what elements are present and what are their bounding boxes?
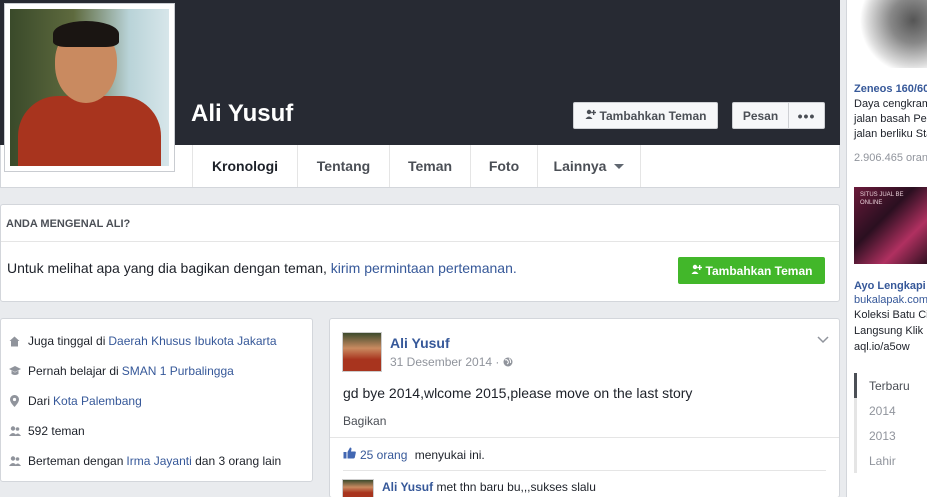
more-icon: ••• (797, 107, 816, 124)
post-text: gd bye 2014,wlcome 2015,please move on t… (343, 385, 693, 401)
send-friend-request-link[interactable]: kirim permintaan pertemanan. (331, 260, 517, 276)
home-icon (1, 336, 28, 347)
profile-photo (10, 9, 169, 166)
add-friend-icon (585, 109, 596, 123)
ad2-banner-text: SITUS JUAL BE ONLINE (860, 192, 904, 206)
location-pin-icon (1, 395, 28, 407)
post-date[interactable]: 31 Desember 2014 · (390, 355, 513, 369)
add-friend-green-label: Tambahkan Teman (705, 263, 813, 278)
chevron-down-icon (614, 163, 625, 169)
comment-author-avatar[interactable] (342, 479, 374, 497)
ad2-line-2: Langsung Klik D (854, 325, 927, 337)
tab-lainnya-label: Lainnya (553, 158, 607, 174)
lives-in-link[interactable]: Daerah Khusus Ibukota Jakarta (108, 334, 276, 348)
share-link[interactable]: Bagikan (343, 414, 386, 428)
intro-box: Juga tinggal di Daerah Khusus Ibukota Ja… (0, 318, 313, 482)
tab-foto[interactable]: Foto (470, 145, 537, 187)
add-friend-icon (691, 264, 702, 278)
intro-mutual-friends: Berteman dengan Irma Jayanti dan 3 orang… (1, 451, 281, 471)
know-header: ANDA MENGENAL ALI? (1, 205, 839, 242)
ad-tire-image[interactable] (854, 0, 927, 68)
ad1-line-3: jalan berliku Sta (854, 128, 927, 140)
ad2-line-1: Koleksi Batu Cin (854, 309, 927, 321)
know-user-box: ANDA MENGENAL ALI? Untuk melihat apa yan… (0, 204, 840, 302)
post-divider (330, 437, 839, 438)
comments-divider (343, 470, 826, 471)
intro-friend-count: 592 teman (1, 421, 85, 441)
globe-icon (503, 355, 513, 369)
profile-name[interactable]: Ali Yusuf (191, 100, 293, 128)
right-sidebar: Zeneos 160/60 Daya cengkram jalan basah … (846, 0, 927, 497)
comment-author-name[interactable]: Ali Yusuf (382, 480, 433, 494)
post-author-name[interactable]: Ali Yusuf (390, 335, 450, 351)
friends-icon (1, 426, 28, 436)
timeline-post: Ali Yusuf 31 Desember 2014 · gd bye 2014… (329, 318, 840, 497)
tab-teman[interactable]: Teman (389, 145, 470, 187)
hometown-link[interactable]: Kota Palembang (53, 394, 142, 408)
year-lahir[interactable]: Lahir (854, 448, 927, 473)
year-2013[interactable]: 2013 (854, 423, 927, 448)
message-button[interactable]: Pesan (732, 102, 789, 129)
add-friend-button[interactable]: Tambahkan Teman (573, 102, 718, 129)
ad1-likes-count: 2.906.465 orang (854, 152, 927, 164)
add-friend-label: Tambahkan Teman (599, 108, 707, 123)
school-link[interactable]: SMAN 1 Purbalingga (122, 364, 234, 378)
ad1-title[interactable]: Zeneos 160/60 (854, 83, 927, 95)
comment: Ali Yusuf met thn baru bu,,,sukses slalu (382, 480, 596, 494)
post-options-chevron-icon[interactable] (817, 333, 829, 347)
timeline-years-nav: Terbaru 2014 2013 Lahir (854, 373, 927, 473)
know-text: Untuk melihat apa yang dia bagikan denga… (7, 260, 327, 276)
education-icon (1, 366, 28, 376)
add-friend-green-button[interactable]: Tambahkan Teman (678, 257, 825, 284)
ad1-line-2: jalan basah Per (854, 113, 927, 125)
ad1-line-1: Daya cengkram (854, 98, 927, 110)
tab-tentang[interactable]: Tentang (297, 145, 389, 187)
tab-kronologi[interactable]: Kronologi (192, 145, 297, 187)
post-likes: 25 orang menyukai ini. (343, 447, 485, 462)
post-author-avatar[interactable] (342, 332, 382, 372)
ad2-domain[interactable]: bukalapak.com (854, 294, 927, 306)
year-2014[interactable]: 2014 (854, 398, 927, 423)
mutual-friend-link[interactable]: Irma Jayanti (126, 454, 191, 468)
like-icon (343, 447, 356, 462)
tab-lainnya[interactable]: Lainnya (537, 145, 641, 187)
more-options-button[interactable]: ••• (788, 102, 825, 129)
intro-lives-in: Juga tinggal di Daerah Khusus Ibukota Ja… (1, 331, 277, 351)
intro-from: Dari Kota Palembang (1, 391, 142, 411)
profile-picture[interactable] (4, 3, 175, 172)
likes-count-link[interactable]: 25 orang (360, 448, 407, 462)
friends-icon (1, 456, 28, 466)
ad2-line-3: aql.io/a5ow (854, 341, 910, 353)
ad-bukalapak-image[interactable]: SITUS JUAL BE ONLINE (854, 187, 927, 264)
know-message: Untuk melihat apa yang dia bagikan denga… (7, 260, 517, 276)
ad2-title[interactable]: Ayo Lengkapi (854, 280, 926, 292)
intro-studied-at: Pernah belajar di SMAN 1 Purbalingga (1, 361, 234, 381)
year-terbaru[interactable]: Terbaru (854, 373, 927, 398)
